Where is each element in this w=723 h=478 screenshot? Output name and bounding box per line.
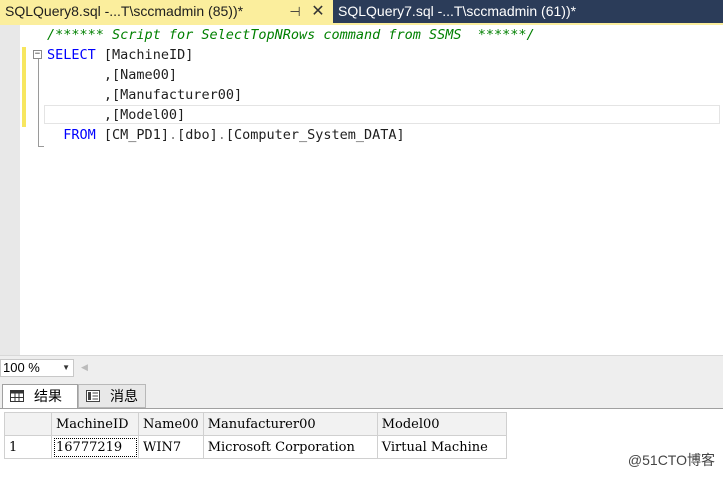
collapse-icon[interactable]: − (33, 50, 42, 59)
grid-icon (10, 390, 24, 402)
column-header[interactable]: Model00 (376, 412, 507, 436)
tab-title: SQLQuery7.sql -...T\sccmadmin (61))* (338, 3, 577, 19)
column-header[interactable]: Name00 (138, 412, 204, 436)
sql-comment: /****** Script for SelectTopNRows comman… (47, 27, 535, 43)
tab-results[interactable]: 结果 (2, 384, 78, 408)
row-number[interactable]: 1 (4, 435, 52, 459)
close-icon[interactable]: ✕ (309, 0, 327, 23)
grid-cell[interactable]: 16777219 (51, 435, 139, 459)
results-grid[interactable]: MachineID Name00 Manufacturer00 Model00 … (4, 412, 507, 459)
tab-results-label: 结果 (34, 388, 62, 404)
column-model00: ,[Model00] (103, 107, 186, 123)
document-tab-strip: SQLQuery8.sql -...T\sccmadmin (85))* ⊣ ✕… (0, 0, 723, 23)
fold-guide-end (38, 146, 44, 147)
editor-gutter (0, 25, 20, 355)
query-editor[interactable]: − /****** Script for SelectTopNRows comm… (0, 25, 723, 355)
code-line-1: /****** Script for SelectTopNRows comman… (47, 25, 535, 45)
from-keyword: FROM (63, 127, 96, 143)
grid-cell[interactable]: Microsoft Corporation (202, 435, 378, 459)
results-grid-area: MachineID Name00 Manufacturer00 Model00 … (0, 409, 723, 478)
change-marker (22, 47, 26, 127)
chevron-down-icon: ▼ (62, 363, 70, 372)
code-line-5: ,[Model00] (47, 105, 185, 125)
code-line-2: SELECT [MachineID] (47, 45, 193, 65)
column-name00: ,[Name00] (103, 67, 178, 83)
editor-status-bar: 100 % ▼ ◀ (0, 355, 723, 380)
code-line-4: ,[Manufacturer00] (47, 85, 242, 105)
code-line-3: ,[Name00] (47, 65, 177, 85)
table-row: 1 16777219 WIN7 Microsoft Corporation Vi… (4, 435, 507, 459)
fold-guide (38, 59, 39, 147)
tab-messages-label: 消息 (110, 388, 138, 404)
scroll-left-icon[interactable]: ◀ (81, 362, 88, 373)
table-schema: [dbo] (177, 127, 218, 143)
grid-cell[interactable]: Virtual Machine (376, 435, 507, 459)
pin-icon[interactable]: ⊣ (287, 0, 303, 23)
column-header[interactable]: Manufacturer00 (202, 412, 378, 436)
row-header-corner[interactable] (4, 412, 52, 436)
grid-header-row: MachineID Name00 Manufacturer00 Model00 (4, 412, 507, 436)
table-database: [CM_PD1] (103, 127, 169, 143)
tab-sqlquery8[interactable]: SQLQuery8.sql -...T\sccmadmin (85))* ⊣ ✕ (0, 0, 333, 23)
zoom-select[interactable]: 100 % ▼ (0, 359, 74, 377)
message-icon (86, 390, 100, 402)
column-header[interactable]: MachineID (51, 412, 139, 436)
tab-sqlquery7[interactable]: SQLQuery7.sql -...T\sccmadmin (61))* (333, 0, 633, 23)
tab-title: SQLQuery8.sql -...T\sccmadmin (85))* (5, 3, 244, 19)
grid-cell[interactable]: WIN7 (138, 435, 204, 459)
code-line-6: FROM [CM_PD1].[dbo].[Computer_System_DAT… (47, 125, 405, 145)
tab-messages[interactable]: 消息 (78, 384, 146, 408)
table-name: [Computer_System_DATA] (225, 127, 405, 143)
results-tab-strip: 消息 结果 (0, 380, 723, 409)
column-manufacturer00: ,[Manufacturer00] (103, 87, 243, 103)
select-keyword: SELECT (47, 47, 96, 63)
dot-separator: . (168, 127, 178, 143)
zoom-value: 100 % (3, 360, 40, 375)
column-machineid: [MachineID] (103, 47, 194, 63)
watermark: @51CTO博客 (627, 452, 715, 468)
dot-separator: . (217, 127, 226, 143)
